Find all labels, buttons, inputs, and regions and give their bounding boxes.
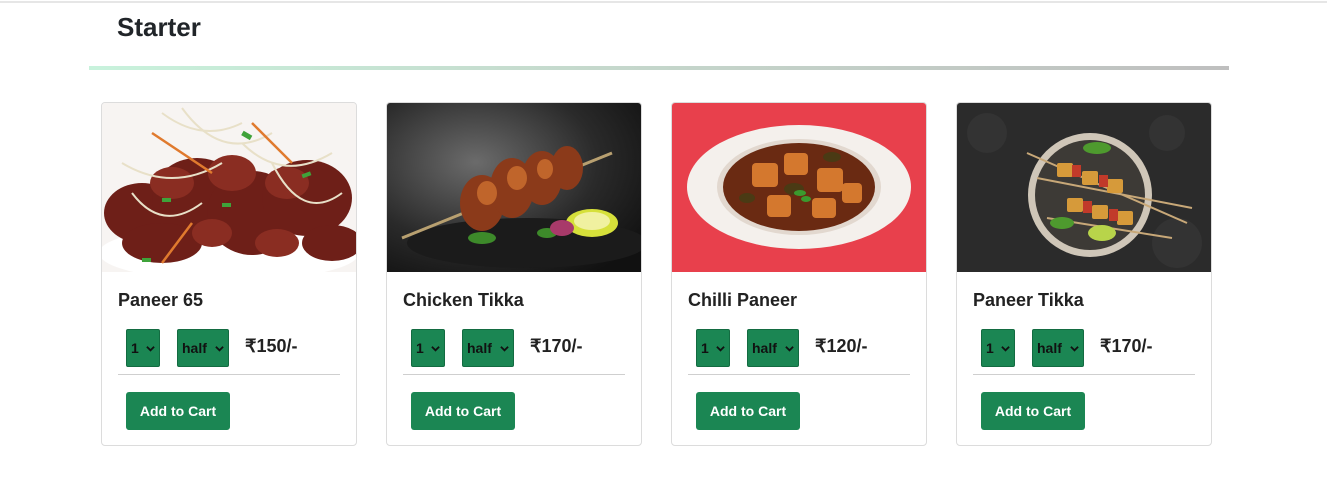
portion-select[interactable]: half [747,329,799,367]
menu-card: Paneer Tikka 1 half ₹170/- Add to Cart [956,102,1212,446]
chevron-down-icon [431,346,440,352]
chevron-down-icon [500,346,509,352]
item-price: ₹170/- [1100,336,1153,356]
card-divider [973,374,1195,375]
quantity-value: 1 [701,340,709,356]
add-to-cart-button[interactable]: Add to Cart [411,392,515,430]
quantity-value: 1 [416,340,424,356]
chevron-down-icon [1070,346,1079,352]
food-image [387,103,641,272]
menu-card: Chicken Tikka 1 half ₹170/- Add to Cart [386,102,642,446]
item-name: Paneer Tikka [973,290,1084,310]
add-to-cart-button[interactable]: Add to Cart [696,392,800,430]
portion-select[interactable]: half [177,329,229,367]
chevron-down-icon [146,346,155,352]
chevron-down-icon [785,346,794,352]
portion-value: half [182,340,207,356]
food-image [672,103,926,272]
food-image [102,103,356,272]
portion-select[interactable]: half [462,329,514,367]
portion-value: half [1037,340,1062,356]
card-divider [688,374,910,375]
top-rule [0,1,1327,3]
quantity-select[interactable]: 1 [411,329,445,367]
food-image [957,103,1211,272]
item-name: Paneer 65 [118,290,204,310]
menu-card: Chilli Paneer 1 half ₹120/- Add to Cart [671,102,927,446]
quantity-value: 1 [131,340,139,356]
item-price: ₹150/- [245,336,298,356]
chevron-down-icon [215,346,224,352]
chevron-down-icon [716,346,725,352]
item-name: Chilli Paneer [688,290,798,310]
portion-value: half [467,340,492,356]
section-divider [89,66,1229,70]
item-name: Chicken Tikka [403,290,524,310]
section-title: Starter [117,12,201,42]
chevron-down-icon [1001,346,1010,352]
quantity-select[interactable]: 1 [696,329,730,367]
card-divider [118,374,340,375]
quantity-select[interactable]: 1 [126,329,160,367]
item-price: ₹170/- [530,336,583,356]
add-to-cart-button[interactable]: Add to Cart [126,392,230,430]
portion-select[interactable]: half [1032,329,1084,367]
item-price: ₹120/- [815,336,868,356]
quantity-select[interactable]: 1 [981,329,1015,367]
quantity-value: 1 [986,340,994,356]
add-to-cart-button[interactable]: Add to Cart [981,392,1085,430]
portion-value: half [752,340,777,356]
card-divider [403,374,625,375]
menu-card: Paneer 65 1 half ₹150/- Add to Cart [101,102,357,446]
